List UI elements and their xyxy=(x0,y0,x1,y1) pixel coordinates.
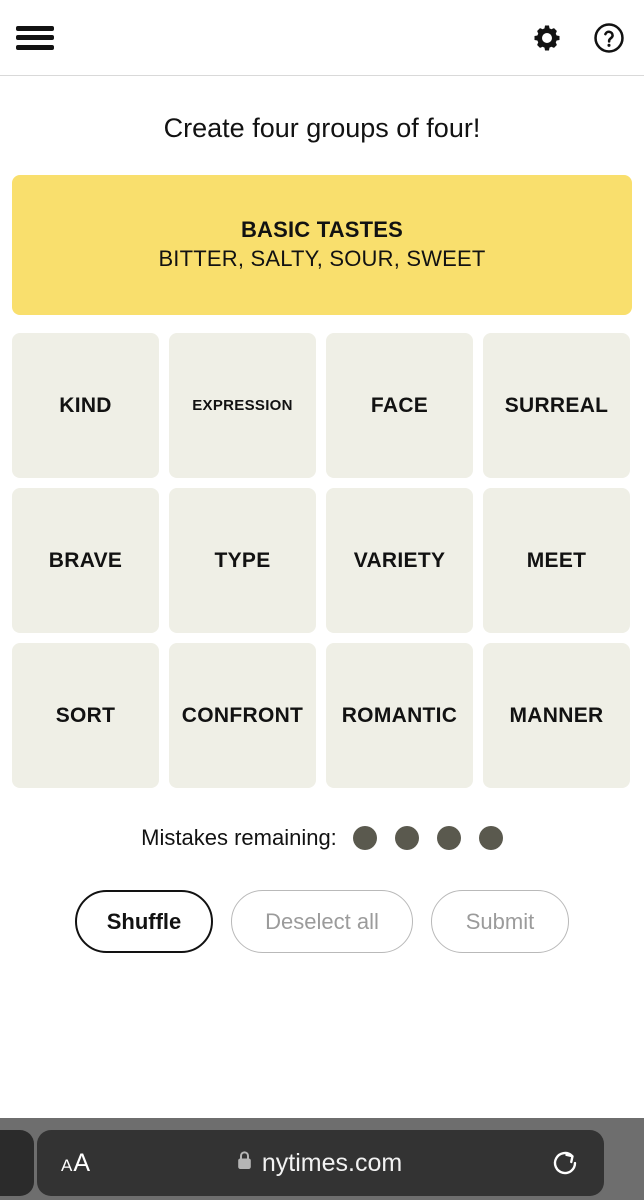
word-tile-label: SORT xyxy=(55,703,116,727)
solved-group-words: BITTER, SALTY, SOUR, SWEET xyxy=(158,246,486,271)
mistake-dots xyxy=(352,826,503,850)
word-grid: KIND EXPRESSION FACE SURREAL BRAVE TYPE VARIET… xyxy=(12,333,632,788)
address-bar[interactable]: A A nytimes.com xyxy=(37,1130,604,1196)
word-tile[interactable]: CONFRONT xyxy=(169,643,316,788)
word-tile[interactable]: MEET xyxy=(483,488,630,633)
hamburger-bar xyxy=(16,25,54,31)
mistake-dot xyxy=(436,826,461,850)
page-title: Create four groups of four! xyxy=(163,113,481,143)
word-tile[interactable]: EXPRESSION xyxy=(169,333,316,478)
word-tile-label: MANNER xyxy=(509,703,604,727)
hamburger-bar xyxy=(16,44,54,50)
word-tile-label: MEET xyxy=(526,548,587,572)
word-tile[interactable]: SURREAL xyxy=(483,333,630,478)
deselect-all-button[interactable]: Deselect all xyxy=(231,890,413,953)
word-tile[interactable]: VARIETY xyxy=(326,488,473,633)
word-tile[interactable]: TYPE xyxy=(169,488,316,633)
word-tile-label: VARIETY xyxy=(353,548,446,572)
submit-button[interactable]: Submit xyxy=(431,890,569,953)
word-tile-label: SURREAL xyxy=(504,393,609,417)
mistakes-label: Mistakes remaining: xyxy=(141,825,337,850)
word-tile-label: EXPRESSION xyxy=(192,397,293,414)
hamburger-menu-icon[interactable] xyxy=(16,23,54,53)
solved-group-category: BASIC TASTES xyxy=(240,217,404,242)
word-tile-label: ROMANTIC xyxy=(341,703,458,727)
reload-icon[interactable] xyxy=(548,1146,582,1180)
word-tile[interactable]: KIND xyxy=(12,333,159,478)
text-size-large-a: A xyxy=(73,1148,91,1177)
header-actions xyxy=(530,21,626,55)
solved-group-basic-tastes: BASIC TASTES BITTER, SALTY, SOUR, SWEET xyxy=(12,175,632,315)
word-tile-label: BRAVE xyxy=(48,548,123,572)
mistake-dot xyxy=(394,826,419,850)
adjacent-tab-edge[interactable] xyxy=(0,1130,34,1196)
lock-icon xyxy=(236,1150,253,1176)
word-tile-label: TYPE xyxy=(214,548,271,572)
mistake-dot xyxy=(352,826,377,850)
browser-toolbar: A A nytimes.com xyxy=(0,1118,644,1200)
word-tile[interactable]: FACE xyxy=(326,333,473,478)
hamburger-bar xyxy=(16,35,54,40)
gear-icon[interactable] xyxy=(530,21,564,55)
shuffle-button[interactable]: Shuffle xyxy=(75,890,213,953)
word-tile-label: KIND xyxy=(59,393,112,417)
word-tile-label: CONFRONT xyxy=(181,703,304,727)
mistakes-remaining: Mistakes remaining: xyxy=(0,818,644,858)
word-tile[interactable]: SORT xyxy=(12,643,159,788)
word-tile[interactable]: ROMANTIC xyxy=(326,643,473,788)
text-size-icon[interactable]: A A xyxy=(61,1149,90,1178)
url-display: nytimes.com xyxy=(90,1149,548,1178)
url-text: nytimes.com xyxy=(261,1148,403,1177)
app-header xyxy=(0,0,644,76)
help-circle-icon[interactable] xyxy=(592,21,626,55)
text-size-small-a: A xyxy=(61,1155,73,1175)
word-tile[interactable]: BRAVE xyxy=(12,488,159,633)
connections-page: Create four groups of four! BASIC TASTES… xyxy=(0,0,644,1200)
word-tile-label: FACE xyxy=(370,393,429,417)
action-buttons: Shuffle Deselect all Submit xyxy=(0,890,644,953)
mistake-dot xyxy=(478,826,503,850)
word-tile[interactable]: MANNER xyxy=(483,643,630,788)
